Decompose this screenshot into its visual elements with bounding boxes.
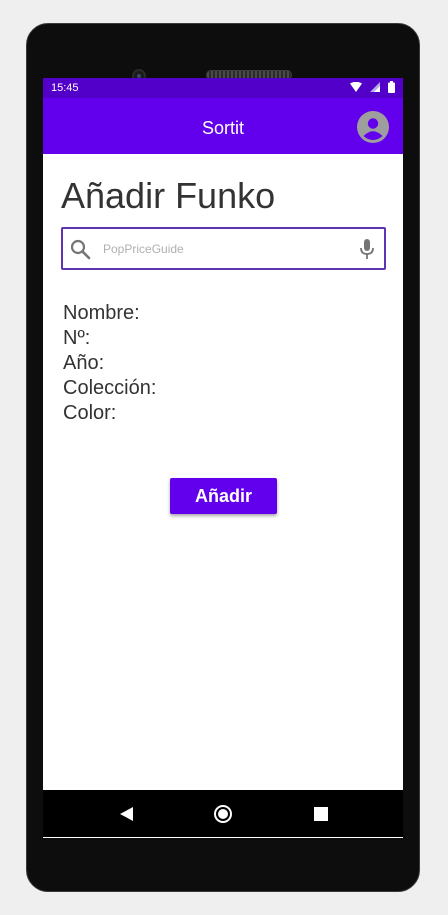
status-icons bbox=[350, 81, 395, 93]
home-circle-icon[interactable] bbox=[212, 803, 234, 825]
signal-icon bbox=[370, 82, 380, 92]
app-screen: 15:45 Sortit Añadir Funko Nombre: Nº: bbox=[43, 78, 403, 838]
navigation-bar bbox=[43, 790, 403, 837]
wifi-icon bbox=[350, 82, 362, 92]
field-color-label: Color: bbox=[63, 402, 117, 424]
funko-details: Nombre: Nº: Año: Colección: Color: bbox=[63, 301, 156, 426]
back-triangle-icon[interactable] bbox=[115, 803, 137, 825]
search-input[interactable] bbox=[103, 238, 343, 260]
field-anio-label: Año: bbox=[63, 352, 105, 374]
field-numero-label: Nº: bbox=[63, 327, 91, 349]
account-circle-icon[interactable] bbox=[357, 111, 389, 143]
search-icon bbox=[70, 239, 91, 260]
recents-square-icon[interactable] bbox=[310, 803, 332, 825]
add-button[interactable]: Añadir bbox=[170, 478, 277, 514]
mic-icon[interactable] bbox=[358, 238, 376, 260]
battery-icon bbox=[388, 81, 395, 93]
app-title: Sortit bbox=[201, 118, 244, 138]
status-time: 15:45 bbox=[51, 82, 79, 94]
field-nombre-label: Nombre: bbox=[63, 302, 140, 324]
status-bar: 15:45 bbox=[43, 78, 403, 98]
app-bar: Sortit bbox=[43, 98, 403, 154]
field-coleccion-label: Colección: bbox=[63, 377, 157, 399]
search-box[interactable] bbox=[61, 227, 386, 270]
page-title: Añadir Funko bbox=[61, 175, 276, 216]
